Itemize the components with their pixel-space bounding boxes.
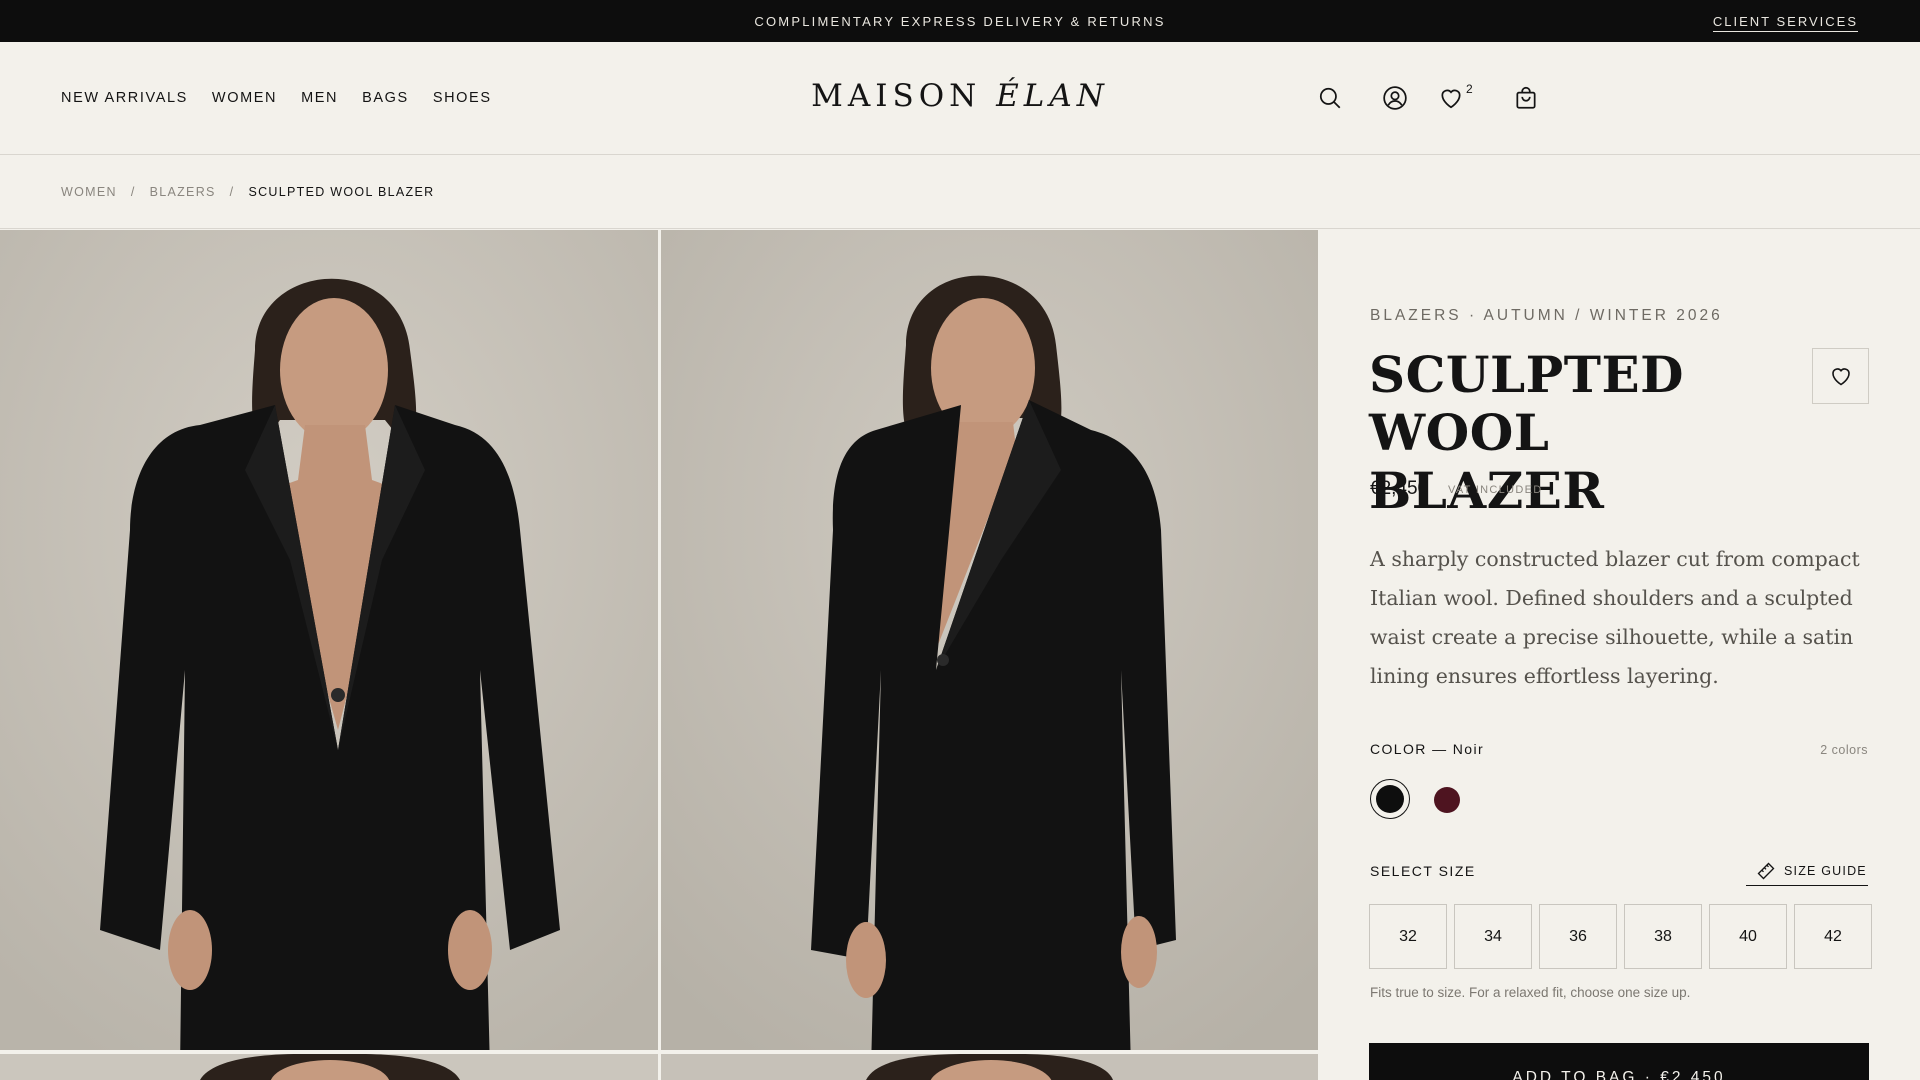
breadcrumb-current: SCULPTED WOOL BLAZER [248, 185, 435, 199]
logo-accent: ÉLAN [996, 78, 1109, 114]
vat-note: VAT INCLUDED [1448, 484, 1543, 496]
color-swatch-bordeaux[interactable] [1434, 787, 1460, 813]
logo-main: MAISON [811, 78, 982, 114]
size-guide-label: SIZE GUIDE [1784, 863, 1867, 878]
color-label: COLOR — Noir [1370, 741, 1485, 757]
size-option-34[interactable]: 34 [1454, 904, 1532, 969]
product-category: BLAZERS · AUTUMN / WINTER 2026 [1370, 307, 1723, 324]
client-services-link[interactable]: CLIENT SERVICES [1712, 14, 1858, 32]
size-option-36[interactable]: 36 [1539, 904, 1617, 969]
site-header: NEW ARRIVALS WOMEN MEN BAGS SHOES MAISON… [0, 42, 1920, 155]
breadcrumb-bar: WOMEN / BLAZERS / SCULPTED WOOL BLAZER [0, 156, 1920, 229]
color-count: 2 colors [1820, 743, 1868, 757]
search-icon[interactable] [1315, 83, 1345, 113]
size-option-38[interactable]: 38 [1624, 904, 1702, 969]
heart-icon [1831, 368, 1850, 386]
brand-logo[interactable]: MAISON ÉLAN [0, 78, 1920, 114]
size-option-32[interactable]: 32 [1369, 904, 1447, 969]
product-gallery [0, 230, 1318, 1080]
bag-icon[interactable] [1511, 83, 1541, 113]
breadcrumb-separator: / [130, 185, 136, 199]
product-description: A sharply constructed blazer cut from co… [1370, 547, 1860, 688]
promo-text: COMPLIMENTARY EXPRESS DELIVERY & RETURNS [754, 14, 1166, 29]
product-image-front[interactable] [0, 230, 658, 1050]
product-image-side[interactable] [661, 230, 1318, 1050]
breadcrumb: WOMEN / BLAZERS / SCULPTED WOOL BLAZER [61, 185, 434, 199]
fit-note: Fits true to size. For a relaxed fit, ch… [1370, 985, 1691, 1000]
product-image-detail-1[interactable] [0, 1054, 658, 1080]
color-swatch-noir[interactable] [1370, 779, 1410, 819]
size-label: SELECT SIZE [1370, 863, 1476, 879]
product-price: €2,450 [1370, 478, 1429, 499]
ruler-icon [1757, 862, 1775, 879]
breadcrumb-women[interactable]: WOMEN [61, 185, 117, 199]
heart-icon[interactable] [1436, 83, 1466, 113]
size-selector: 32 34 36 38 40 42 [1369, 904, 1872, 969]
wishlist-count-badge: 2 [1466, 82, 1473, 96]
product-title: SCULPTED WOOL BLAZER [1369, 345, 1684, 520]
product-image-detail-2[interactable] [661, 1054, 1318, 1080]
breadcrumb-separator: / [229, 185, 235, 199]
size-option-40[interactable]: 40 [1709, 904, 1787, 969]
add-to-wishlist-button[interactable] [1812, 348, 1869, 404]
size-option-42[interactable]: 42 [1794, 904, 1872, 969]
breadcrumb-blazers[interactable]: BLAZERS [150, 185, 216, 199]
add-to-bag-button[interactable]: ADD TO BAG · €2,450 [1369, 1043, 1869, 1080]
announcement-bar: COMPLIMENTARY EXPRESS DELIVERY & RETURNS… [0, 0, 1920, 42]
product-details-panel: BLAZERS · AUTUMN / WINTER 2026 SCULPTED … [1319, 230, 1920, 1080]
size-guide-link[interactable]: SIZE GUIDE [1746, 856, 1868, 886]
swatch-dot [1376, 785, 1404, 813]
account-icon[interactable] [1380, 83, 1410, 113]
